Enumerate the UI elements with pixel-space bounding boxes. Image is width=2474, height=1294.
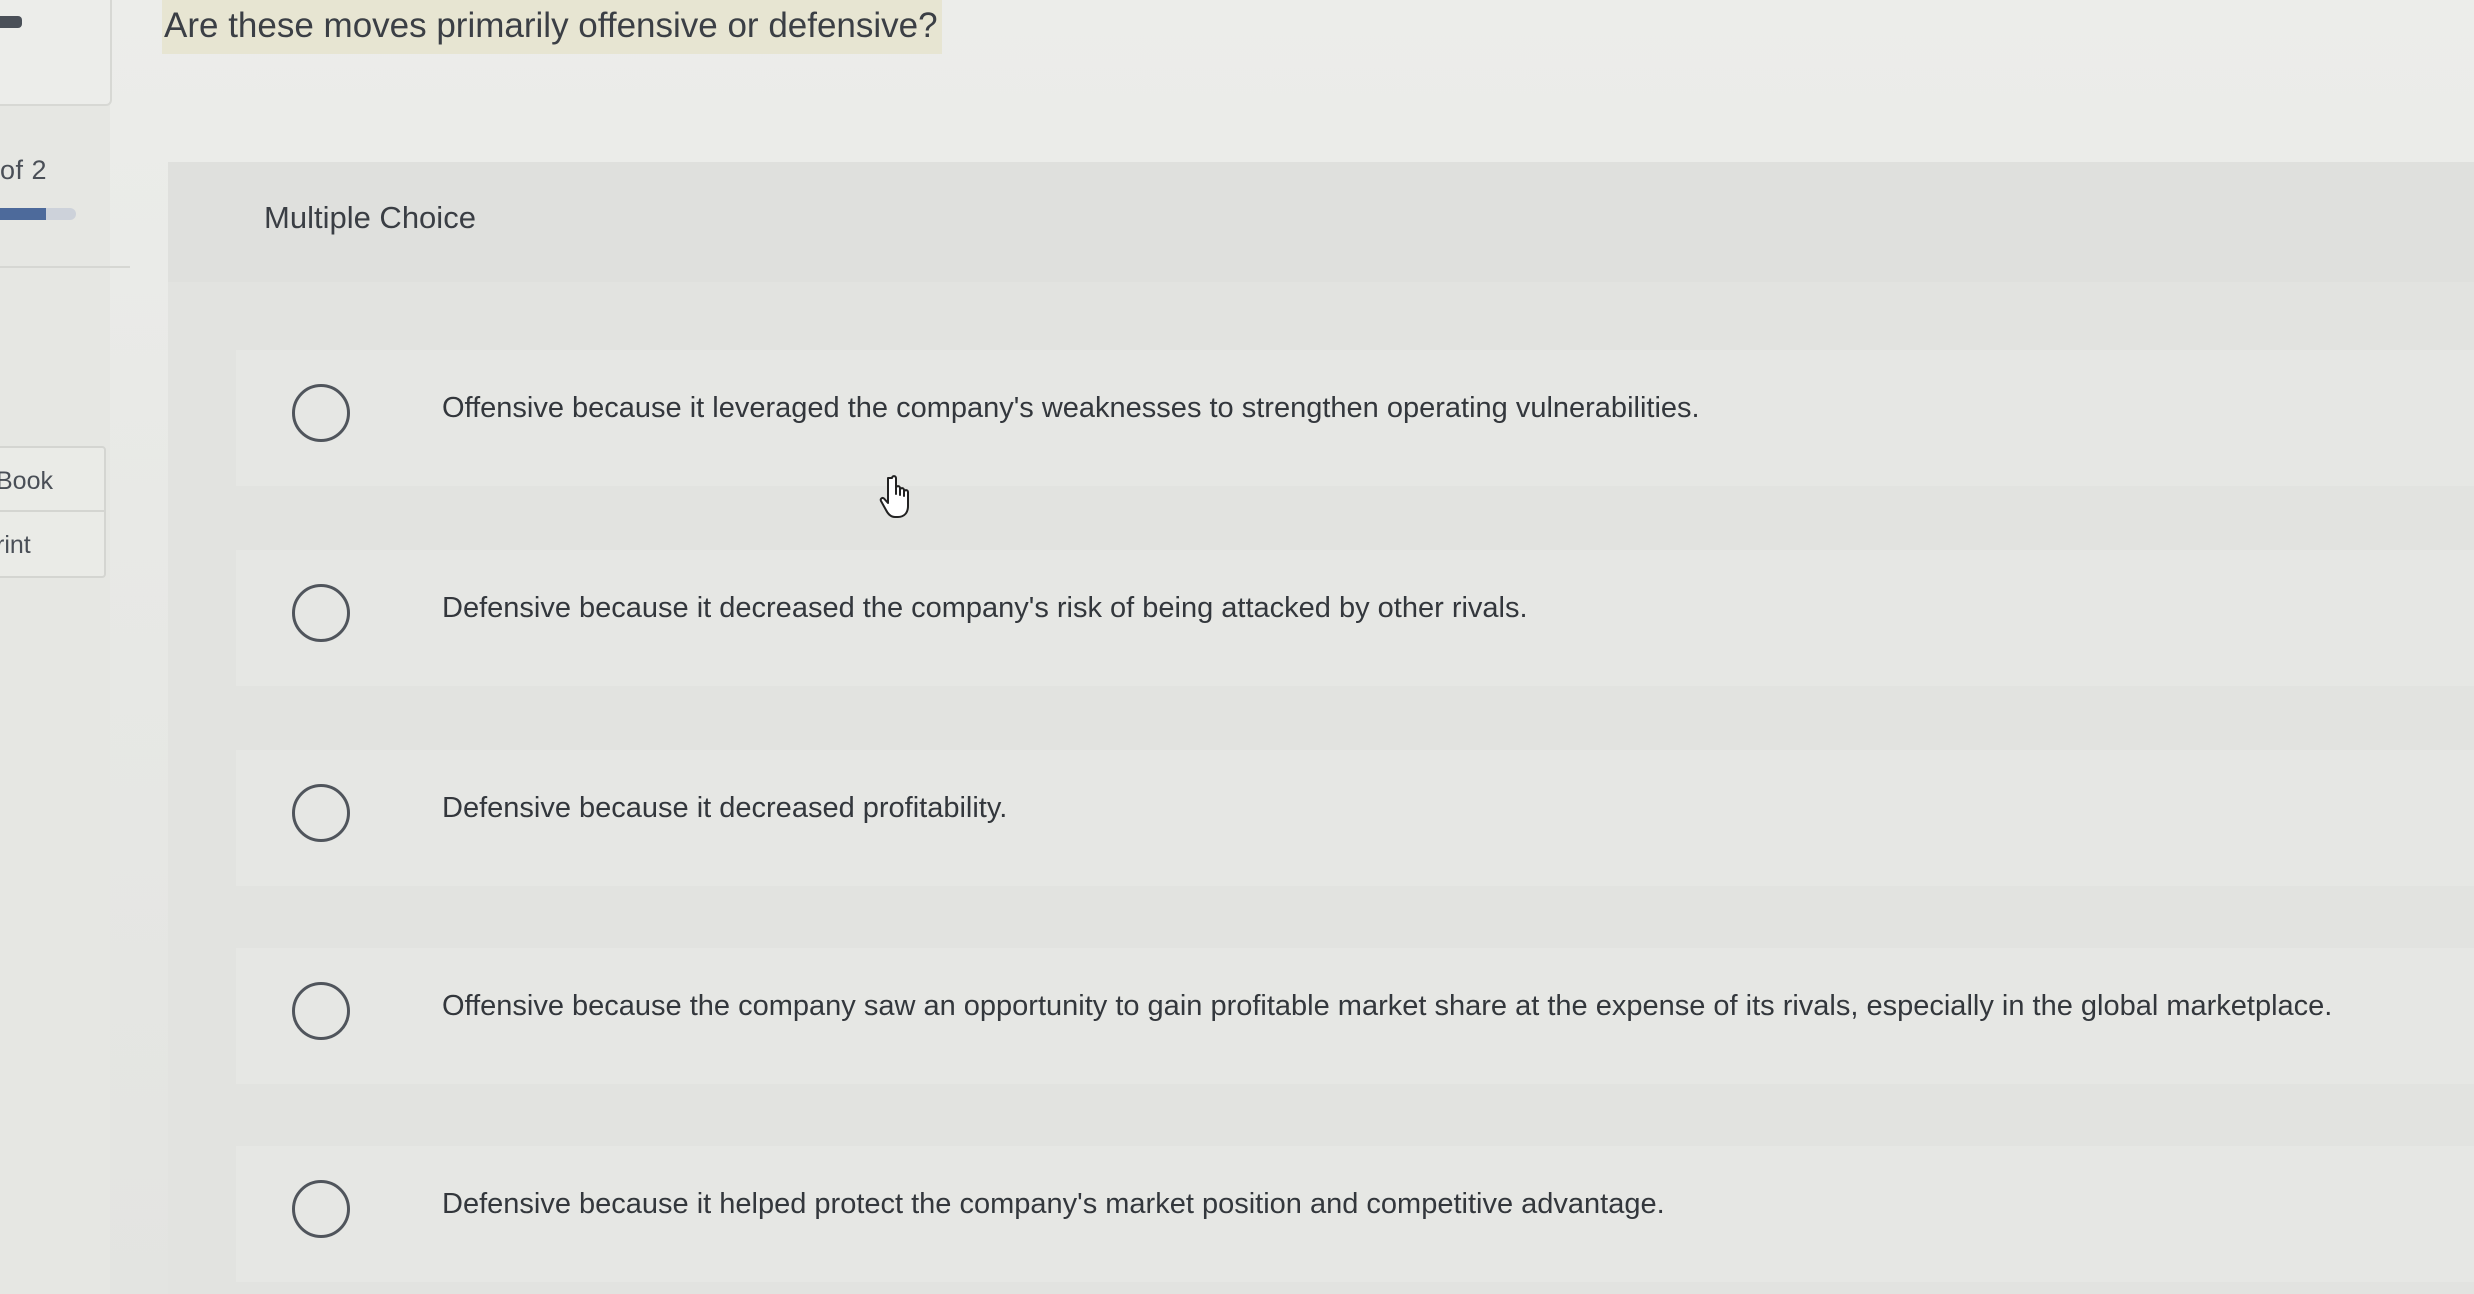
question-type-label: Multiple Choice xyxy=(264,200,476,235)
quiz-page: of 2 Book rint Are these moves primarily… xyxy=(0,0,2474,1294)
radio-button[interactable] xyxy=(292,584,350,642)
ebook-button[interactable]: Book xyxy=(0,446,106,512)
answer-option-label: Defensive because it decreased profitabi… xyxy=(442,792,1008,824)
answer-option[interactable]: Defensive because it decreased profitabi… xyxy=(236,750,2474,886)
answer-option-label: Defensive because it decreased the compa… xyxy=(442,592,1528,624)
question-sidebar: of 2 Book rint xyxy=(0,0,130,1294)
answer-panel-header: Multiple Choice xyxy=(168,162,2474,282)
answer-option[interactable]: Defensive because it helped protect the … xyxy=(236,1146,2474,1282)
sidebar-top-bar xyxy=(0,16,22,28)
radio-button[interactable] xyxy=(292,982,350,1040)
radio-button[interactable] xyxy=(292,1180,350,1238)
radio-button[interactable] xyxy=(292,784,350,842)
answer-option-label: Offensive because it leveraged the compa… xyxy=(442,392,1700,424)
answer-panel: Multiple Choice Offensive because it lev… xyxy=(168,162,2474,1294)
question-counter: of 2 xyxy=(0,155,48,185)
answer-option-label: Offensive because the company saw an opp… xyxy=(442,990,2333,1022)
answer-option-label: Defensive because it helped protect the … xyxy=(442,1188,1665,1220)
hand-pointer-icon xyxy=(879,475,909,518)
progress-bar-fill xyxy=(0,208,46,220)
answer-option[interactable]: Offensive because the company saw an opp… xyxy=(236,948,2474,1084)
sidebar-top-panel xyxy=(0,0,112,106)
progress-bar xyxy=(0,208,76,220)
radio-button[interactable] xyxy=(292,384,350,442)
answer-option[interactable]: Offensive because it leveraged the compa… xyxy=(236,350,2474,486)
question-text: Are these moves primarily offensive or d… xyxy=(162,0,942,54)
sidebar-divider xyxy=(0,266,130,268)
print-button[interactable]: rint xyxy=(0,512,106,578)
answer-option[interactable]: Defensive because it decreased the compa… xyxy=(236,550,2474,686)
